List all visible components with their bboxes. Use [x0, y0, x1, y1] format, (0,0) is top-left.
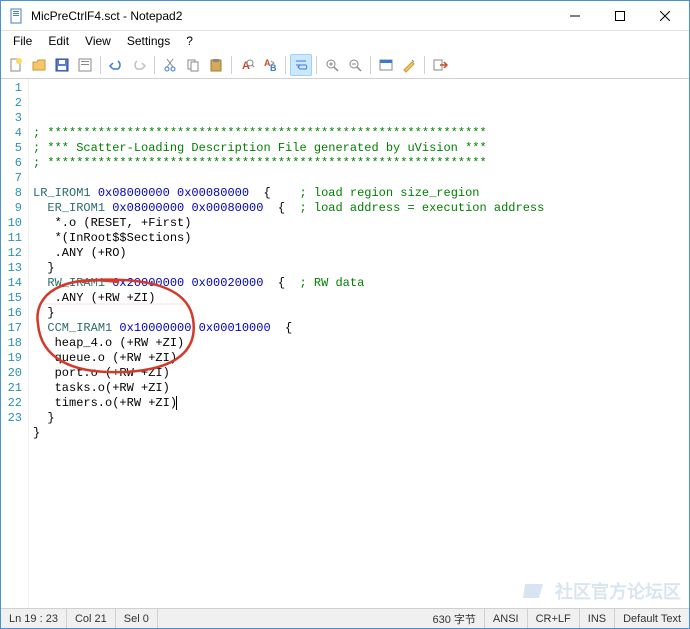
line-number: 11: [3, 231, 22, 246]
toolbar-separator: [370, 56, 371, 74]
new-file-icon[interactable]: [5, 54, 27, 76]
line-number: 8: [3, 186, 22, 201]
status-encoding[interactable]: ANSI: [485, 609, 528, 628]
line-number: 18: [3, 336, 22, 351]
status-line-pos[interactable]: Ln 19 : 23: [1, 609, 67, 628]
close-button[interactable]: [642, 1, 687, 30]
window-controls: [552, 1, 687, 30]
cut-icon[interactable]: [159, 54, 181, 76]
line-number: 5: [3, 141, 22, 156]
code-line[interactable]: [33, 456, 685, 471]
line-number: 21: [3, 381, 22, 396]
code-line[interactable]: ; **************************************…: [33, 126, 685, 141]
status-sel[interactable]: Sel 0: [116, 609, 158, 628]
code-area[interactable]: ; **************************************…: [29, 79, 689, 609]
menu-file[interactable]: File: [5, 32, 40, 50]
scheme-icon[interactable]: [375, 54, 397, 76]
line-number: 10: [3, 216, 22, 231]
menu-settings[interactable]: Settings: [119, 32, 178, 50]
line-number: 3: [3, 111, 22, 126]
code-line[interactable]: port.o (+RW +ZI): [33, 366, 685, 381]
line-number: 6: [3, 156, 22, 171]
menu-view[interactable]: View: [77, 32, 119, 50]
open-file-icon[interactable]: [28, 54, 50, 76]
code-line[interactable]: RW_IRAM1 0x20000000 0x00020000 { ; RW da…: [33, 276, 685, 291]
code-line[interactable]: *(InRoot$$Sections): [33, 231, 685, 246]
line-number: 7: [3, 171, 22, 186]
minimize-button[interactable]: [552, 1, 597, 30]
line-number: 23: [3, 411, 22, 426]
line-number: 17: [3, 321, 22, 336]
code-line[interactable]: [33, 441, 685, 456]
watermark-main: 社区官方论坛区: [555, 578, 681, 604]
line-number: 1: [3, 81, 22, 96]
line-number: 16: [3, 306, 22, 321]
status-scheme[interactable]: Default Text: [615, 609, 689, 628]
toolbar-separator: [424, 56, 425, 74]
app-icon: [9, 8, 25, 24]
code-line[interactable]: [33, 171, 685, 186]
toolbar-separator: [285, 56, 286, 74]
line-number-gutter: 1234567891011121314151617181920212223: [1, 79, 29, 609]
find-icon[interactable]: A: [236, 54, 258, 76]
code-line[interactable]: queue.o (+RW +ZI): [33, 351, 685, 366]
status-col[interactable]: Col 21: [67, 609, 116, 628]
save-icon[interactable]: [51, 54, 73, 76]
code-line[interactable]: LR_IROM1 0x08000000 0x00080000 { ; load …: [33, 186, 685, 201]
line-number: 2: [3, 96, 22, 111]
code-line[interactable]: *.o (RESET, +First): [33, 216, 685, 231]
word-wrap-icon[interactable]: [290, 54, 312, 76]
toolbar-separator: [316, 56, 317, 74]
window-title: MicPreCtrlF4.sct - Notepad2: [31, 9, 552, 23]
line-number: 12: [3, 246, 22, 261]
statusbar: Ln 19 : 23 Col 21 Sel 0 630 字节 ANSI CR+L…: [1, 608, 689, 628]
code-line[interactable]: }: [33, 306, 685, 321]
line-number: 14: [3, 276, 22, 291]
toolbar-separator: [100, 56, 101, 74]
status-ovr[interactable]: INS: [580, 609, 615, 628]
line-number: 22: [3, 396, 22, 411]
exit-icon[interactable]: [429, 54, 451, 76]
code-line[interactable]: ; *** Scatter-Loading Description File g…: [33, 141, 685, 156]
line-number: 9: [3, 201, 22, 216]
toolbar: A AB: [1, 51, 689, 79]
code-line[interactable]: ; **************************************…: [33, 156, 685, 171]
code-line[interactable]: .ANY (+RW +ZI): [33, 291, 685, 306]
zoom-out-icon[interactable]: [344, 54, 366, 76]
code-line[interactable]: heap_4.o (+RW +ZI): [33, 336, 685, 351]
maximize-button[interactable]: [597, 1, 642, 30]
code-line[interactable]: .ANY (+RO): [33, 246, 685, 261]
code-line[interactable]: CCM_IRAM1 0x10000000 0x00010000 {: [33, 321, 685, 336]
code-line[interactable]: }: [33, 426, 685, 441]
browse-icon[interactable]: [74, 54, 96, 76]
code-line[interactable]: tasks.o(+RW +ZI): [33, 381, 685, 396]
status-size: 630 字节: [425, 609, 485, 628]
line-number: 13: [3, 261, 22, 276]
paste-icon[interactable]: [205, 54, 227, 76]
menubar: File Edit View Settings ?: [1, 31, 689, 51]
toolbar-separator: [231, 56, 232, 74]
watermark-brand: 社区官方论坛区: [521, 578, 681, 604]
zoom-in-icon[interactable]: [321, 54, 343, 76]
menu-edit[interactable]: Edit: [40, 32, 77, 50]
editor[interactable]: 1234567891011121314151617181920212223 ; …: [1, 79, 689, 609]
code-line[interactable]: timers.o(+RW +ZI): [33, 396, 685, 411]
replace-icon[interactable]: AB: [259, 54, 281, 76]
line-number: 15: [3, 291, 22, 306]
customize-icon[interactable]: [398, 54, 420, 76]
titlebar: MicPreCtrlF4.sct - Notepad2: [1, 1, 689, 31]
line-number: 19: [3, 351, 22, 366]
toolbar-separator: [154, 56, 155, 74]
menu-help[interactable]: ?: [178, 32, 201, 50]
line-number: 20: [3, 366, 22, 381]
redo-icon[interactable]: [128, 54, 150, 76]
code-line[interactable]: }: [33, 261, 685, 276]
line-number: 4: [3, 126, 22, 141]
st-logo-icon: [521, 580, 549, 602]
code-line[interactable]: }: [33, 411, 685, 426]
code-line[interactable]: ER_IROM1 0x08000000 0x00080000 { ; load …: [33, 201, 685, 216]
undo-icon[interactable]: [105, 54, 127, 76]
status-eol[interactable]: CR+LF: [528, 609, 580, 628]
copy-icon[interactable]: [182, 54, 204, 76]
